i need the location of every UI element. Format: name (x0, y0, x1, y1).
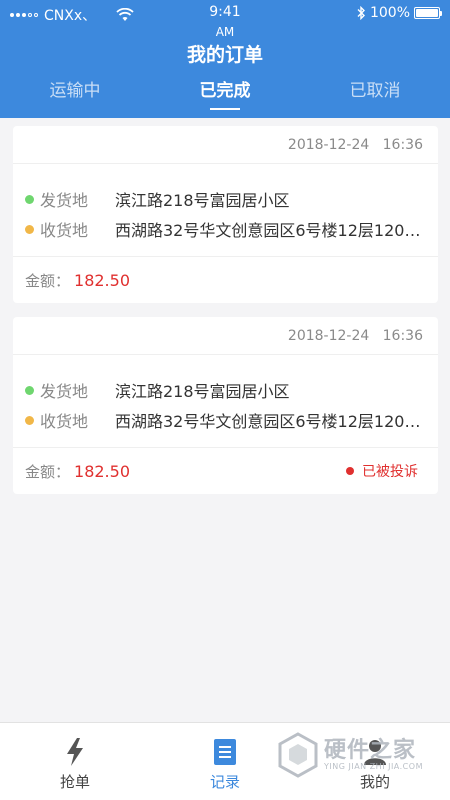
status-bar: CNXx、 9:41 AM 100% (0, 0, 450, 39)
order-list: 2018-12-24 16:36 发货地 滨江路218号富园居小区 收货地 西湖… (13, 126, 438, 508)
tab-cancelled[interactable]: 已取消 (300, 78, 450, 118)
amount-value: 182.50 (74, 461, 130, 481)
order-date: 2018-12-24 (287, 328, 370, 344)
to-address-row: 收货地 西湖路32号华文创意园区6号楼12层1201室 (25, 214, 426, 244)
watermark-subtext: YING JIAN ZHI JIA.COM (324, 762, 423, 771)
amount-label: 金额： (25, 462, 71, 481)
amount-value: 182.50 (74, 270, 130, 290)
order-datetime: 2018-12-24 16:36 (13, 317, 438, 355)
to-address: 西湖路32号华文创意园区6号楼12层1201室 (115, 221, 426, 240)
order-time: 16:36 (382, 328, 423, 344)
to-address: 西湖路32号华文创意园区6号楼12层1201室 (115, 412, 426, 431)
ampm-label: AM (215, 25, 235, 39)
complaint-label: 已被投诉 (362, 464, 418, 480)
from-dot-icon (25, 385, 34, 395)
watermark-logo: 硬件之家 YING JIAN ZHI JIA.COM (276, 726, 446, 796)
from-label: 发货地 (40, 382, 89, 401)
bluetooth-icon (357, 6, 365, 20)
page-title: 我的订单 (186, 44, 263, 66)
from-address: 滨江路218号富园居小区 (115, 382, 290, 401)
to-label: 收货地 (40, 412, 89, 431)
order-datetime: 2018-12-24 16:36 (13, 126, 438, 164)
tab-in-transit[interactable]: 运输中 (0, 78, 150, 118)
amount: 金额： 182.50 (25, 461, 130, 482)
status-bar-right: 100% (356, 5, 442, 21)
battery-percent: 100% (369, 5, 410, 21)
from-address: 滨江路218号富园居小区 (115, 191, 290, 210)
order-addresses: 发货地 滨江路218号富园居小区 收货地 西湖路32号华文创意园区6号楼12层1… (13, 164, 438, 257)
from-dot-icon (25, 194, 34, 204)
order-addresses: 发货地 滨江路218号富园居小区 收货地 西湖路32号华文创意园区6号楼12层1… (13, 355, 438, 448)
lightning-icon (60, 737, 90, 767)
order-card[interactable]: 2018-12-24 16:36 发货地 滨江路218号富园居小区 收货地 西湖… (13, 317, 438, 494)
order-footer: 金额： 182.50 (13, 257, 438, 303)
from-address-row: 发货地 滨江路218号富园居小区 (25, 184, 426, 214)
from-address-row: 发货地 滨江路218号富园居小区 (25, 375, 426, 405)
order-date: 2018-12-24 (287, 137, 370, 153)
order-time: 16:36 (382, 137, 423, 153)
watermark-text: 硬件之家 (324, 738, 417, 763)
nav-grab-order[interactable]: 抢单 (0, 723, 150, 800)
tab-completed[interactable]: 已完成 (150, 78, 300, 118)
hexagon-logo-icon (278, 732, 318, 778)
to-label: 收货地 (40, 221, 89, 240)
order-footer: 金额： 182.50 已被投诉 (13, 448, 438, 494)
amount-label: 金额： (25, 271, 71, 290)
battery-icon (414, 7, 442, 19)
to-dot-icon (25, 415, 34, 425)
nav-label: 记录 (209, 773, 240, 791)
nav-label: 抢单 (59, 773, 90, 791)
complaint-status: 已被投诉 (346, 461, 418, 481)
order-tabs: 运输中 已完成 已取消 (0, 78, 450, 118)
to-address-row: 收货地 西湖路32号华文创意园区6号楼12层1201室 (25, 405, 426, 435)
list-icon (210, 737, 240, 767)
from-label: 发货地 (40, 191, 89, 210)
order-card[interactable]: 2018-12-24 16:36 发货地 滨江路218号富园居小区 收货地 西湖… (13, 126, 438, 303)
time-label: 9:41 (209, 4, 241, 20)
amount: 金额： 182.50 (25, 270, 130, 291)
to-dot-icon (25, 224, 34, 234)
app-header: CNXx、 9:41 AM 100% 我的订单 运输中 已完成 已取消 (0, 0, 450, 118)
complaint-dot-icon (346, 467, 354, 475)
